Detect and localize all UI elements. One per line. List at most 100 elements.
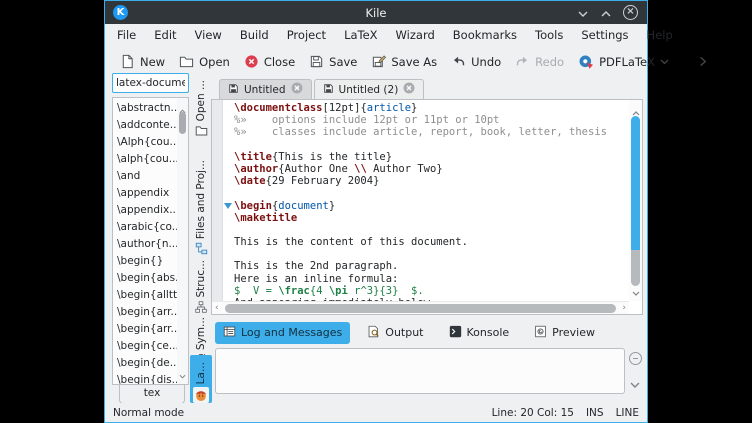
menu-build[interactable]: Build — [231, 26, 278, 44]
log-messages-panel[interactable] — [215, 348, 625, 394]
menu-bookmarks[interactable]: Bookmarks — [444, 26, 526, 44]
editor-tab-untitled[interactable]: Untitled — [219, 79, 312, 99]
menu-latex[interactable]: LaTeX — [335, 26, 386, 44]
editor[interactable]: \documentclass[12pt]{article}%» options … — [211, 99, 643, 315]
list-item[interactable]: \and — [113, 168, 177, 185]
pdflatex-icon — [578, 54, 594, 70]
list-item[interactable]: \Alph{cou... — [113, 134, 177, 151]
sidebar-tab-tex[interactable]: tex — [119, 385, 185, 404]
toolbar-button-undo[interactable]: Undo — [444, 51, 508, 72]
editor-fold-margin[interactable] — [224, 100, 233, 301]
list-item[interactable]: \begin{} — [113, 253, 177, 270]
folder-small-icon — [195, 124, 208, 137]
toolbar-button-pdflatex[interactable]: PDFLaTeX — [571, 51, 676, 73]
menu-view[interactable]: View — [186, 26, 231, 44]
editor-tab-untitled-2[interactable]: Untitled (2) — [314, 79, 425, 99]
menu-edit[interactable]: Edit — [145, 26, 185, 44]
bottom-tab-log-and-messages[interactable]: Log and Messages — [215, 322, 350, 344]
list-item[interactable]: \begin{alltt} — [113, 287, 177, 304]
editor-vertical-scrollbar[interactable] — [629, 100, 642, 301]
collapse-panel-icon[interactable] — [629, 352, 642, 365]
sidebar-vtab-files-and-proj[interactable]: Files and Proj... — [190, 149, 212, 255]
code-line: This is the 2nd paragraph. — [234, 260, 628, 272]
maximize-icon[interactable] — [600, 3, 612, 22]
scroll-left-icon[interactable]: ‹ — [215, 303, 219, 313]
menubar: FileEditViewBuildProjectLaTeXWizardBookm… — [105, 24, 647, 46]
window-title: Kile — [105, 6, 647, 20]
menu-wizard[interactable]: Wizard — [387, 26, 444, 44]
code-segment: \pi — [329, 285, 348, 297]
list-item[interactable]: \addconte... — [113, 117, 177, 134]
window-controls: × — [577, 3, 638, 22]
toolbar-button-save[interactable]: Save — [302, 51, 364, 72]
list-item[interactable]: \arabic{co... — [113, 219, 177, 236]
menu-tools[interactable]: Tools — [526, 26, 572, 44]
kile-app-icon: K — [113, 5, 128, 20]
bottom-tab-output[interactable]: Output — [359, 322, 431, 344]
floppy-small-icon — [228, 83, 239, 97]
project-tree-icon — [195, 242, 208, 255]
list-item[interactable]: \begin{arr... — [113, 321, 177, 338]
list-scroll-thumb[interactable] — [179, 112, 186, 134]
redo-icon — [515, 54, 530, 69]
toolbar-button-open[interactable]: Open — [172, 51, 237, 72]
list-item[interactable]: \abstractn... — [113, 100, 177, 117]
bottom-tab-label: Konsole — [467, 326, 510, 339]
command-filter-input[interactable] — [112, 73, 189, 93]
list-item[interactable]: \appendix... — [113, 202, 177, 219]
toolbar-button-new[interactable]: New — [113, 51, 172, 72]
scroll-down-icon[interactable] — [631, 281, 640, 300]
code-segment: %» options include 12pt or 11pt or 10pt — [234, 114, 500, 126]
status-insert-mode[interactable]: INS — [586, 407, 604, 419]
sidebar-vtab-open[interactable]: Open ... — [190, 87, 212, 137]
list-item[interactable]: \alph{cou... — [113, 151, 177, 168]
list-item[interactable]: \begin{arr... — [113, 304, 177, 321]
sidebar-vtab-la[interactable]: La... — [190, 355, 212, 403]
code-line: %» classes include article, report, book… — [234, 126, 628, 138]
vtab-label: La... — [195, 362, 207, 384]
code-segment: This is the 2nd paragraph. — [234, 260, 398, 272]
fold-arrow-icon[interactable] — [224, 203, 232, 209]
titlebar[interactable]: K Kile × — [105, 1, 647, 24]
latex-command-list[interactable]: \abstractn...\addconte...\Alph{cou...\al… — [112, 97, 189, 385]
toolbar-button-save-as[interactable]: Save As — [364, 51, 444, 72]
code-line — [234, 248, 628, 260]
menu-file[interactable]: File — [108, 26, 145, 44]
editor-vscroll-thumb[interactable] — [631, 116, 640, 286]
editor-hscroll-thumb[interactable] — [225, 304, 616, 313]
list-item[interactable]: \begin{de... — [113, 355, 177, 372]
tab-close-icon[interactable] — [291, 82, 303, 97]
statusbar: Normal mode Line: 20 Col: 15 INS LINE — [105, 403, 647, 422]
bottom-tab-konsole[interactable]: Konsole — [441, 322, 518, 344]
list-item[interactable]: \begin{ce... — [113, 338, 177, 355]
code-line — [234, 224, 628, 236]
scroll-right-icon[interactable]: › — [622, 303, 626, 313]
bottom-tab-label: Preview — [552, 326, 595, 339]
bottom-tab-preview[interactable]: Preview — [526, 322, 603, 344]
list-item[interactable]: \author{n... — [113, 236, 177, 253]
panel-chevron-down-icon[interactable] — [629, 381, 641, 389]
menu-help[interactable]: Help — [638, 26, 682, 44]
menu-settings[interactable]: Settings — [572, 26, 637, 44]
menu-project[interactable]: Project — [278, 26, 335, 44]
status-line-col[interactable]: Line: 20 Col: 15 — [492, 407, 574, 419]
floppy-small-icon — [323, 83, 334, 97]
list-item[interactable]: \appendix — [113, 185, 177, 202]
code-segment: {4 — [310, 285, 329, 297]
code-segment: article — [367, 102, 411, 114]
minimize-icon[interactable] — [577, 3, 589, 22]
list-item[interactable]: \begin{abs... — [113, 270, 177, 287]
toolbar-button-redo[interactable]: Redo — [508, 51, 571, 72]
editor-horizontal-scrollbar[interactable]: ‹ › — [212, 301, 629, 314]
list-scrollbar[interactable] — [177, 98, 188, 384]
editor-text-area[interactable]: \documentclass[12pt]{article}%» options … — [234, 102, 628, 301]
sidebar-vtab-struc[interactable]: Struc... — [190, 263, 212, 313]
status-eol-mode[interactable]: LINE — [616, 407, 639, 419]
toolbar-button-close[interactable]: Close — [237, 51, 302, 72]
structure-icon — [195, 301, 207, 313]
tab-close-icon[interactable] — [403, 82, 415, 97]
scroll-down-icon[interactable] — [178, 364, 187, 383]
toolbar-overflow-button[interactable] — [690, 53, 715, 70]
close-icon[interactable]: × — [623, 5, 638, 20]
list-item[interactable]: \begin{dis... — [113, 372, 177, 385]
